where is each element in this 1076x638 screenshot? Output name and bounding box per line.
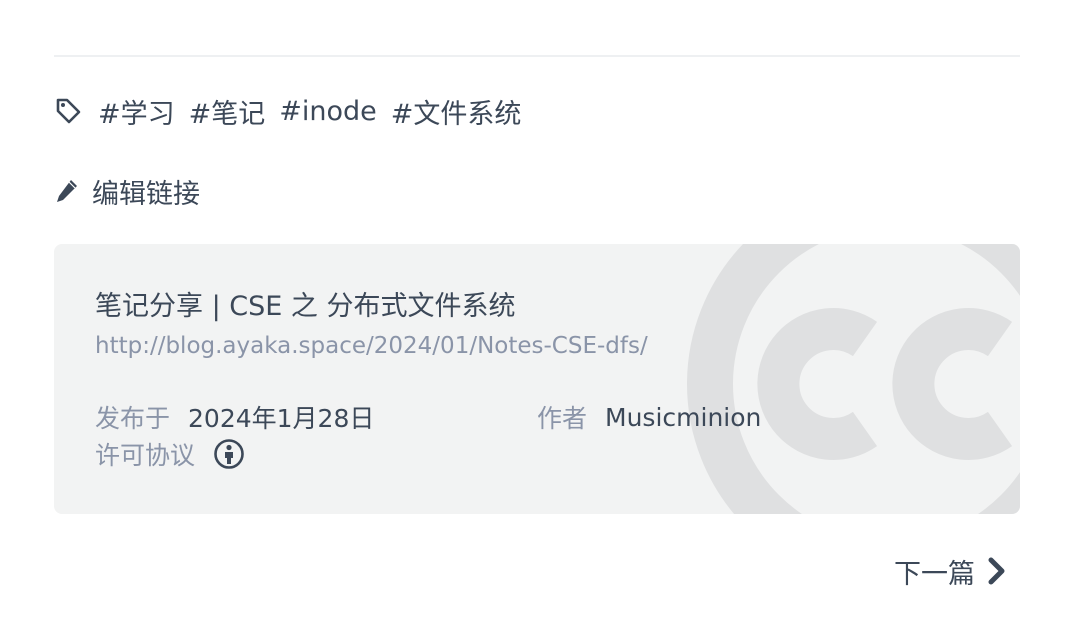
tag-link-filesystem[interactable]: #文件系统 <box>391 92 522 131</box>
card-title: 笔记分享 | CSE 之 分布式文件系统 <box>95 291 516 322</box>
chevron-right-icon <box>985 556 1007 586</box>
content-divider <box>54 55 1020 57</box>
tag-link-inode[interactable]: #inode <box>279 96 377 127</box>
author-label: 作者 <box>537 404 588 433</box>
published-meta: 发布于 2024年1月28日 <box>95 399 374 435</box>
published-label: 发布于 <box>95 404 171 433</box>
tag-list: #学习 #笔记 #inode #文件系统 <box>54 90 535 132</box>
published-value: 2024年1月28日 <box>188 404 375 433</box>
author-value: Musicminion <box>605 402 762 432</box>
author-meta: 作者 Musicminion <box>537 399 761 435</box>
pencil-icon <box>54 177 80 205</box>
edit-link[interactable]: 编辑链接 <box>92 172 200 211</box>
license-meta: 许可协议 <box>95 436 245 472</box>
next-post-link[interactable]: 下一篇 <box>894 550 1007 592</box>
next-post-label: 下一篇 <box>894 558 975 590</box>
tag-link-study[interactable]: #学习 <box>98 92 175 131</box>
card-url-link[interactable]: http://blog.ayaka.space/2024/01/Notes-CS… <box>95 333 648 359</box>
cc-by-icon[interactable] <box>213 438 245 470</box>
cc-logo-icon <box>680 244 1020 514</box>
edit-link-row[interactable]: 编辑链接 <box>54 170 200 212</box>
license-card: 笔记分享 | CSE 之 分布式文件系统 http://blog.ayaka.s… <box>54 244 1020 514</box>
tag-icon <box>54 96 82 126</box>
license-label: 许可协议 <box>95 441 196 470</box>
tag-link-notes[interactable]: #笔记 <box>189 92 266 131</box>
